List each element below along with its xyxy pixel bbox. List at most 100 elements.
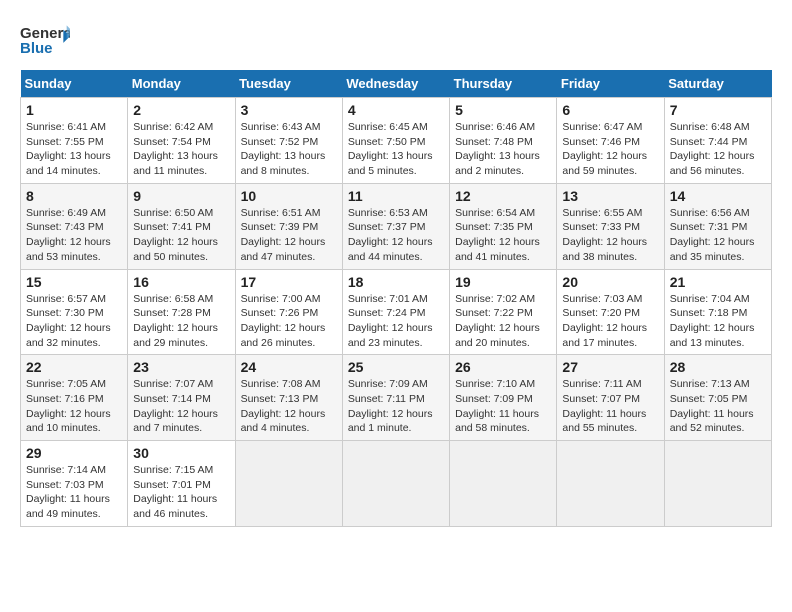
column-header-sunday: Sunday xyxy=(21,70,128,98)
day-info: Sunrise: 6:51 AM Sunset: 7:39 PM Dayligh… xyxy=(241,206,337,265)
day-info: Sunrise: 6:54 AM Sunset: 7:35 PM Dayligh… xyxy=(455,206,551,265)
day-number: 18 xyxy=(348,274,444,290)
calendar-cell: 29 Sunrise: 7:14 AM Sunset: 7:03 PM Dayli… xyxy=(21,441,128,527)
calendar-cell: 28 Sunrise: 7:13 AM Sunset: 7:05 PM Dayli… xyxy=(664,355,771,441)
calendar-cell: 27 Sunrise: 7:11 AM Sunset: 7:07 PM Dayli… xyxy=(557,355,664,441)
day-number: 22 xyxy=(26,359,122,375)
day-number: 6 xyxy=(562,102,658,118)
day-number: 4 xyxy=(348,102,444,118)
calendar-cell: 12 Sunrise: 6:54 AM Sunset: 7:35 PM Dayli… xyxy=(450,183,557,269)
day-number: 11 xyxy=(348,188,444,204)
day-number: 1 xyxy=(26,102,122,118)
calendar-cell xyxy=(664,441,771,527)
day-info: Sunrise: 7:05 AM Sunset: 7:16 PM Dayligh… xyxy=(26,377,122,436)
calendar-cell: 2 Sunrise: 6:42 AM Sunset: 7:54 PM Daylig… xyxy=(128,98,235,184)
day-info: Sunrise: 6:49 AM Sunset: 7:43 PM Dayligh… xyxy=(26,206,122,265)
calendar-cell: 19Sunrise: 7:02 AM Sunset: 7:22 PM Dayli… xyxy=(450,269,557,355)
calendar-cell: 10Sunrise: 6:51 AM Sunset: 7:39 PM Dayli… xyxy=(235,183,342,269)
calendar-cell: 6 Sunrise: 6:47 AM Sunset: 7:46 PM Daylig… xyxy=(557,98,664,184)
day-number: 8 xyxy=(26,188,122,204)
calendar-cell: 22 Sunrise: 7:05 AM Sunset: 7:16 PM Dayli… xyxy=(21,355,128,441)
calendar-cell xyxy=(235,441,342,527)
calendar-cell: 1 Sunrise: 6:41 AM Sunset: 7:55 PM Daylig… xyxy=(21,98,128,184)
day-info: Sunrise: 6:47 AM Sunset: 7:46 PM Dayligh… xyxy=(562,120,658,179)
calendar-week-4: 22 Sunrise: 7:05 AM Sunset: 7:16 PM Dayli… xyxy=(21,355,772,441)
column-header-saturday: Saturday xyxy=(664,70,771,98)
day-number: 19 xyxy=(455,274,551,290)
day-info: Sunrise: 7:13 AM Sunset: 7:05 PM Dayligh… xyxy=(670,377,766,436)
day-number: 15 xyxy=(26,274,122,290)
calendar-cell: 4Sunrise: 6:45 AM Sunset: 7:50 PM Daylig… xyxy=(342,98,449,184)
day-number: 9 xyxy=(133,188,229,204)
day-info: Sunrise: 7:04 AM Sunset: 7:18 PM Dayligh… xyxy=(670,292,766,351)
calendar-cell: 21 Sunrise: 7:04 AM Sunset: 7:18 PM Dayli… xyxy=(664,269,771,355)
calendar-cell: 30 Sunrise: 7:15 AM Sunset: 7:01 PM Dayli… xyxy=(128,441,235,527)
calendar-cell xyxy=(450,441,557,527)
day-info: Sunrise: 6:43 AM Sunset: 7:52 PM Dayligh… xyxy=(241,120,337,179)
day-info: Sunrise: 6:50 AM Sunset: 7:41 PM Dayligh… xyxy=(133,206,229,265)
day-number: 21 xyxy=(670,274,766,290)
day-info: Sunrise: 6:41 AM Sunset: 7:55 PM Dayligh… xyxy=(26,120,122,179)
day-info: Sunrise: 6:42 AM Sunset: 7:54 PM Dayligh… xyxy=(133,120,229,179)
calendar-cell xyxy=(342,441,449,527)
day-number: 7 xyxy=(670,102,766,118)
day-number: 23 xyxy=(133,359,229,375)
calendar-cell: 11 Sunrise: 6:53 AM Sunset: 7:37 PM Dayli… xyxy=(342,183,449,269)
day-info: Sunrise: 7:08 AM Sunset: 7:13 PM Dayligh… xyxy=(241,377,337,436)
calendar-week-2: 8 Sunrise: 6:49 AM Sunset: 7:43 PM Daylig… xyxy=(21,183,772,269)
day-number: 26 xyxy=(455,359,551,375)
svg-text:Blue: Blue xyxy=(20,40,53,57)
day-number: 25 xyxy=(348,359,444,375)
calendar-cell: 3Sunrise: 6:43 AM Sunset: 7:52 PM Daylig… xyxy=(235,98,342,184)
day-info: Sunrise: 6:46 AM Sunset: 7:48 PM Dayligh… xyxy=(455,120,551,179)
day-info: Sunrise: 7:01 AM Sunset: 7:24 PM Dayligh… xyxy=(348,292,444,351)
calendar-cell: 26 Sunrise: 7:10 AM Sunset: 7:09 PM Dayli… xyxy=(450,355,557,441)
calendar-cell: 18 Sunrise: 7:01 AM Sunset: 7:24 PM Dayli… xyxy=(342,269,449,355)
column-header-wednesday: Wednesday xyxy=(342,70,449,98)
day-number: 24 xyxy=(241,359,337,375)
calendar-week-3: 15Sunrise: 6:57 AM Sunset: 7:30 PM Dayli… xyxy=(21,269,772,355)
day-info: Sunrise: 6:48 AM Sunset: 7:44 PM Dayligh… xyxy=(670,120,766,179)
day-info: Sunrise: 6:53 AM Sunset: 7:37 PM Dayligh… xyxy=(348,206,444,265)
day-info: Sunrise: 7:14 AM Sunset: 7:03 PM Dayligh… xyxy=(26,463,122,522)
calendar-table: SundayMondayTuesdayWednesdayThursdayFrid… xyxy=(20,70,772,527)
day-number: 13 xyxy=(562,188,658,204)
day-number: 29 xyxy=(26,445,122,461)
column-header-monday: Monday xyxy=(128,70,235,98)
calendar-cell: 5 Sunrise: 6:46 AM Sunset: 7:48 PM Daylig… xyxy=(450,98,557,184)
column-header-friday: Friday xyxy=(557,70,664,98)
day-info: Sunrise: 6:58 AM Sunset: 7:28 PM Dayligh… xyxy=(133,292,229,351)
day-info: Sunrise: 7:09 AM Sunset: 7:11 PM Dayligh… xyxy=(348,377,444,436)
day-number: 30 xyxy=(133,445,229,461)
calendar-cell: 7 Sunrise: 6:48 AM Sunset: 7:44 PM Daylig… xyxy=(664,98,771,184)
logo: General Blue xyxy=(20,20,70,60)
calendar-cell: 17Sunrise: 7:00 AM Sunset: 7:26 PM Dayli… xyxy=(235,269,342,355)
day-number: 12 xyxy=(455,188,551,204)
calendar-cell: 15Sunrise: 6:57 AM Sunset: 7:30 PM Dayli… xyxy=(21,269,128,355)
calendar-cell: 24 Sunrise: 7:08 AM Sunset: 7:13 PM Dayli… xyxy=(235,355,342,441)
day-number: 16 xyxy=(133,274,229,290)
day-number: 27 xyxy=(562,359,658,375)
day-info: Sunrise: 7:10 AM Sunset: 7:09 PM Dayligh… xyxy=(455,377,551,436)
calendar-cell: 16 Sunrise: 6:58 AM Sunset: 7:28 PM Dayli… xyxy=(128,269,235,355)
page-header: General Blue xyxy=(20,20,772,60)
day-info: Sunrise: 6:55 AM Sunset: 7:33 PM Dayligh… xyxy=(562,206,658,265)
calendar-cell: 23 Sunrise: 7:07 AM Sunset: 7:14 PM Dayli… xyxy=(128,355,235,441)
calendar-cell: 9 Sunrise: 6:50 AM Sunset: 7:41 PM Daylig… xyxy=(128,183,235,269)
calendar-cell: 14Sunrise: 6:56 AM Sunset: 7:31 PM Dayli… xyxy=(664,183,771,269)
calendar-cell xyxy=(557,441,664,527)
day-info: Sunrise: 7:11 AM Sunset: 7:07 PM Dayligh… xyxy=(562,377,658,436)
column-header-thursday: Thursday xyxy=(450,70,557,98)
day-info: Sunrise: 6:56 AM Sunset: 7:31 PM Dayligh… xyxy=(670,206,766,265)
logo-icon: General Blue xyxy=(20,20,70,60)
day-number: 20 xyxy=(562,274,658,290)
calendar-cell: 20Sunrise: 7:03 AM Sunset: 7:20 PM Dayli… xyxy=(557,269,664,355)
column-header-tuesday: Tuesday xyxy=(235,70,342,98)
day-number: 2 xyxy=(133,102,229,118)
day-info: Sunrise: 7:15 AM Sunset: 7:01 PM Dayligh… xyxy=(133,463,229,522)
calendar-week-5: 29 Sunrise: 7:14 AM Sunset: 7:03 PM Dayli… xyxy=(21,441,772,527)
day-info: Sunrise: 7:07 AM Sunset: 7:14 PM Dayligh… xyxy=(133,377,229,436)
day-number: 28 xyxy=(670,359,766,375)
calendar-week-1: 1 Sunrise: 6:41 AM Sunset: 7:55 PM Daylig… xyxy=(21,98,772,184)
day-number: 5 xyxy=(455,102,551,118)
